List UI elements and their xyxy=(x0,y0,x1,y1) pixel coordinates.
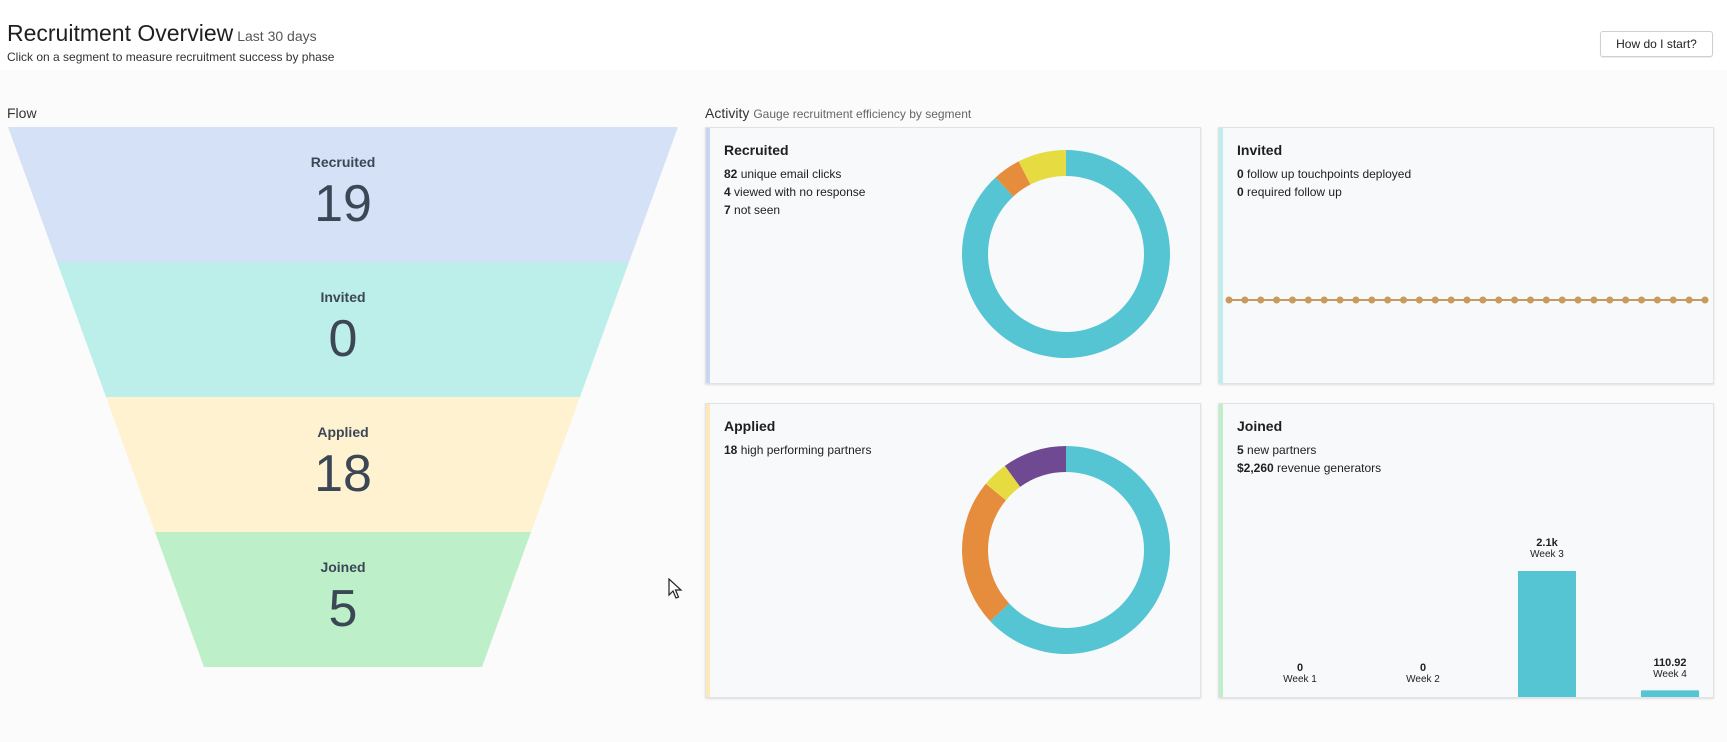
bar-value-label: 110.92 xyxy=(1653,657,1687,669)
bar-label-week-3: 2.1k Week 3 xyxy=(1502,537,1592,560)
data-point xyxy=(1653,296,1661,304)
data-point xyxy=(1336,296,1344,304)
data-point xyxy=(1241,296,1249,304)
stat-number: 18 xyxy=(724,443,738,457)
bar-category-label: Week 1 xyxy=(1283,674,1317,685)
joined-bar-chart xyxy=(1518,571,1699,697)
funnel-joined-value: 5 xyxy=(328,580,358,638)
data-point xyxy=(1384,296,1392,304)
data-point xyxy=(1701,296,1709,304)
page-subtitle: Click on a segment to measure recruitmen… xyxy=(7,50,335,64)
funnel-applied-label: Applied xyxy=(317,424,369,440)
funnel-invited-value: 0 xyxy=(328,310,358,368)
stat-number: 4 xyxy=(724,185,731,199)
data-point xyxy=(1479,296,1487,304)
recruited-donut-chart xyxy=(962,150,1170,358)
bar-value-label: 2.1k xyxy=(1536,537,1558,549)
data-point xyxy=(1257,296,1265,304)
data-point xyxy=(1288,296,1296,304)
card-joined[interactable]: Joined 5 new partners $2,260 revenue gen… xyxy=(1218,403,1714,698)
data-point xyxy=(1447,296,1455,304)
data-point xyxy=(1558,296,1566,304)
stat-text: viewed with no response xyxy=(734,185,866,199)
bar-label-week-2: 0 Week 2 xyxy=(1378,662,1468,685)
data-point xyxy=(1590,296,1598,304)
funnel-recruited-label: Recruited xyxy=(310,154,376,170)
data-point xyxy=(1526,296,1534,304)
bar-label-week-4: 110.92 Week 4 xyxy=(1625,657,1713,680)
stat-line: 4 viewed with no response xyxy=(724,185,865,199)
page-title: Recruitment Overview Last 30 days xyxy=(7,20,317,47)
invited-line-chart xyxy=(1225,296,1709,304)
data-point xyxy=(1400,296,1408,304)
bar-label-week-1: 0 Week 1 xyxy=(1255,662,1345,685)
mouse-cursor-icon xyxy=(668,578,683,599)
bar xyxy=(1641,690,1699,697)
flow-label: Flow xyxy=(7,105,37,121)
donut-slice xyxy=(962,483,1010,622)
bar-category-label: Week 2 xyxy=(1406,674,1440,685)
data-point xyxy=(1225,296,1233,304)
bar-category-label: Week 4 xyxy=(1653,669,1687,680)
stat-number: 7 xyxy=(724,203,731,217)
applied-donut-chart xyxy=(962,446,1170,654)
data-point xyxy=(1622,296,1630,304)
stat-text: not seen xyxy=(734,203,781,217)
data-point xyxy=(1320,296,1328,304)
stat-text: unique email clicks xyxy=(740,167,842,181)
data-point xyxy=(1638,296,1646,304)
stat-line: 18 high performing partners xyxy=(724,443,871,457)
stat-line: 82 unique email clicks xyxy=(724,167,841,181)
data-point xyxy=(1511,296,1519,304)
card-accent xyxy=(706,128,710,383)
data-point xyxy=(1574,296,1582,304)
card-title: Applied xyxy=(724,418,776,434)
funnel-invited-label: Invited xyxy=(320,289,366,305)
data-point xyxy=(1685,296,1693,304)
data-point xyxy=(1352,296,1360,304)
data-point xyxy=(1415,296,1423,304)
stat-text: high performing partners xyxy=(740,443,872,457)
card-invited[interactable]: Invited 0 follow up touchpoints deployed… xyxy=(1218,127,1714,384)
data-point xyxy=(1463,296,1471,304)
card-applied[interactable]: Applied 18 high performing partners xyxy=(705,403,1201,698)
card-title: Recruited xyxy=(724,142,789,158)
funnel-applied-value: 18 xyxy=(314,445,372,503)
card-accent xyxy=(706,404,710,697)
activity-label: Activity Gauge recruitment efficiency by … xyxy=(705,105,971,121)
funnel-joined-label: Joined xyxy=(320,559,366,575)
funnel-recruited-value: 19 xyxy=(314,175,372,233)
bar-value-label: 0 xyxy=(1419,662,1427,674)
activity-subtitle: Gauge recruitment efficiency by segment xyxy=(753,107,972,121)
card-recruited[interactable]: Recruited 82 unique email clicks 4 viewe… xyxy=(705,127,1201,384)
activity-title: Activity xyxy=(705,105,750,121)
page-header: Recruitment Overview Last 30 days Click o… xyxy=(0,0,1727,70)
date-range: Last 30 days xyxy=(237,28,317,44)
data-point xyxy=(1495,296,1503,304)
data-point xyxy=(1273,296,1281,304)
stat-number: 82 xyxy=(724,167,738,181)
how-do-i-start-button[interactable]: How do I start? xyxy=(1600,31,1713,57)
data-point xyxy=(1606,296,1614,304)
data-point xyxy=(1542,296,1550,304)
donut-slice xyxy=(962,150,1170,358)
data-point xyxy=(1431,296,1439,304)
bar xyxy=(1518,571,1576,697)
data-point xyxy=(1368,296,1376,304)
stat-line: 7 not seen xyxy=(724,203,780,217)
bar-value-label: 0 xyxy=(1296,662,1304,674)
data-point xyxy=(1304,296,1312,304)
bar-category-label: Week 3 xyxy=(1530,549,1564,560)
data-point xyxy=(1669,296,1677,304)
page-title-text: Recruitment Overview xyxy=(7,20,234,46)
